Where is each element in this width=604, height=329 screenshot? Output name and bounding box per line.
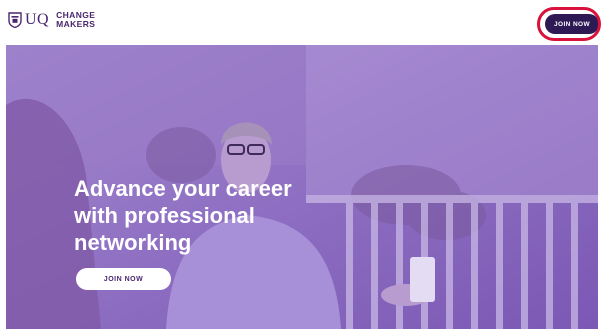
brand-line-2: MAKERS: [56, 19, 96, 29]
headline-line-2: with professional: [74, 203, 255, 228]
uq-crest-icon: [8, 12, 22, 28]
uq-wordmark: UQ: [25, 11, 50, 28]
headline-line-1: Advance your career: [74, 176, 292, 201]
changemakers-wordmark: CHANGE MAKERS: [56, 11, 95, 29]
headline-line-3: networking: [74, 230, 192, 255]
header-join-now-button[interactable]: JOIN NOW: [545, 14, 599, 34]
hero-join-now-button[interactable]: JOIN NOW: [76, 268, 171, 290]
top-navigation-bar: UQ CHANGE MAKERS JOIN NOW: [0, 0, 604, 45]
hero-banner: Advance your career with professional ne…: [6, 45, 598, 329]
hero-headline: Advance your career with professional ne…: [74, 175, 334, 256]
uq-changemakers-logo[interactable]: UQ CHANGE MAKERS: [8, 11, 95, 29]
